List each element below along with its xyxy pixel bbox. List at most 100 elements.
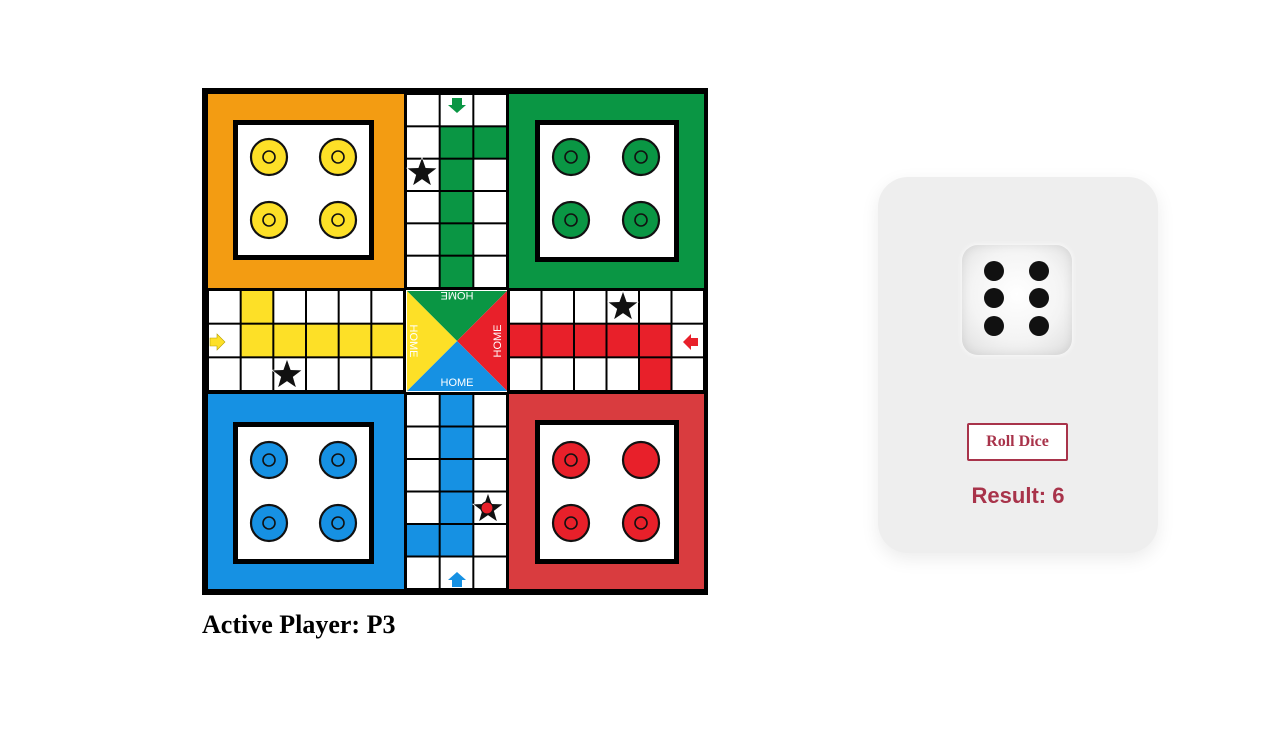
board-cell bbox=[575, 291, 606, 323]
dice-pip bbox=[1029, 261, 1049, 281]
yellow-token-3[interactable] bbox=[249, 200, 289, 240]
board-cell bbox=[440, 395, 473, 426]
board-cell bbox=[440, 127, 473, 158]
yellow-token-2[interactable] bbox=[318, 137, 358, 177]
board-cell bbox=[510, 324, 541, 357]
board-cell bbox=[640, 358, 671, 390]
dice-pip bbox=[984, 288, 1004, 308]
red-token-on-track[interactable] bbox=[480, 501, 494, 515]
blue-token-2[interactable] bbox=[318, 440, 358, 480]
dice-face[interactable] bbox=[962, 245, 1072, 355]
board-cell bbox=[640, 291, 671, 323]
board-cell bbox=[474, 525, 506, 556]
board-cell bbox=[474, 192, 506, 223]
green-token-4[interactable] bbox=[621, 200, 661, 240]
active-player-label: Active Player: P3 bbox=[202, 610, 396, 639]
board-cell bbox=[474, 557, 506, 588]
board-cell bbox=[339, 324, 371, 357]
green-token-2[interactable] bbox=[621, 137, 661, 177]
board-cell bbox=[440, 492, 473, 523]
green-base bbox=[509, 94, 704, 288]
dice-pip bbox=[1029, 288, 1049, 308]
board-cell bbox=[607, 324, 638, 357]
home-label-top: HOME bbox=[441, 289, 474, 301]
board-cell bbox=[372, 291, 403, 323]
board-cell bbox=[274, 291, 305, 323]
red-token-2[interactable] bbox=[621, 440, 661, 480]
red-token-3[interactable] bbox=[551, 503, 591, 543]
yellow-base bbox=[208, 94, 404, 288]
yellow-token-4[interactable] bbox=[318, 200, 358, 240]
dice-result: Result: 6 bbox=[971, 483, 1065, 508]
green-token-1[interactable] bbox=[551, 137, 591, 177]
board-cell bbox=[510, 291, 541, 323]
board-cell bbox=[407, 127, 439, 158]
board-cell bbox=[407, 395, 439, 426]
board-cell bbox=[575, 324, 606, 357]
home-label-left: HOME bbox=[407, 325, 419, 358]
board-cell bbox=[407, 427, 439, 458]
board-cell bbox=[440, 224, 473, 255]
board-cell bbox=[407, 95, 439, 126]
board-cell bbox=[339, 358, 371, 390]
roll-dice-button[interactable]: Roll Dice bbox=[967, 423, 1068, 461]
red-token-1[interactable] bbox=[551, 440, 591, 480]
yellow-token-1[interactable] bbox=[249, 137, 289, 177]
board-cell bbox=[510, 358, 541, 390]
blue-token-1[interactable] bbox=[249, 440, 289, 480]
board-cell bbox=[209, 358, 240, 390]
home-label-right: HOME bbox=[492, 325, 504, 358]
board-cell bbox=[575, 358, 606, 390]
board-cell bbox=[542, 291, 573, 323]
home-center: HOME HOME HOME HOME bbox=[406, 289, 507, 392]
red-token-4[interactable] bbox=[621, 503, 661, 543]
board-cell bbox=[407, 256, 439, 287]
board-cell bbox=[474, 256, 506, 287]
board-cell bbox=[372, 358, 403, 390]
ludo-board: HOME HOME HOME HOME bbox=[202, 88, 708, 595]
board-cell bbox=[474, 95, 506, 126]
board-cell bbox=[440, 256, 473, 287]
blue-base bbox=[208, 394, 404, 589]
board-cell bbox=[339, 291, 371, 323]
board-cell bbox=[407, 557, 439, 588]
dice-pip bbox=[984, 261, 1004, 281]
board-cell bbox=[307, 324, 338, 357]
board-cell bbox=[640, 324, 671, 357]
board-cell bbox=[474, 460, 506, 491]
board-cell bbox=[474, 127, 506, 158]
home-label-bottom: HOME bbox=[441, 377, 474, 389]
board-cell bbox=[672, 291, 703, 323]
board-cell bbox=[440, 525, 473, 556]
board-cell bbox=[542, 324, 573, 357]
board-cell bbox=[440, 460, 473, 491]
dice-panel: Roll Dice Result: 6 bbox=[878, 177, 1158, 553]
board-cell bbox=[241, 324, 273, 357]
board-cell bbox=[307, 358, 338, 390]
board-cell bbox=[672, 358, 703, 390]
board-cell bbox=[407, 460, 439, 491]
board-cell bbox=[440, 427, 473, 458]
board-cell bbox=[307, 291, 338, 323]
board-cell bbox=[241, 291, 273, 323]
board-cell bbox=[209, 291, 240, 323]
blue-token-4[interactable] bbox=[318, 503, 358, 543]
board-cell bbox=[407, 492, 439, 523]
board-cell bbox=[440, 159, 473, 190]
board-cell bbox=[474, 159, 506, 190]
board-cell bbox=[542, 358, 573, 390]
board-cell bbox=[274, 324, 305, 357]
red-base bbox=[509, 394, 704, 589]
board-cell bbox=[440, 192, 473, 223]
board-cell bbox=[407, 525, 439, 556]
board-cell bbox=[474, 224, 506, 255]
blue-token-3[interactable] bbox=[249, 503, 289, 543]
board-cell bbox=[407, 192, 439, 223]
board-cell bbox=[474, 395, 506, 426]
board-cell bbox=[474, 427, 506, 458]
board-cell bbox=[607, 358, 638, 390]
dice-pip bbox=[1029, 316, 1049, 336]
board-cell bbox=[407, 224, 439, 255]
dice-pip bbox=[984, 316, 1004, 336]
green-token-3[interactable] bbox=[551, 200, 591, 240]
